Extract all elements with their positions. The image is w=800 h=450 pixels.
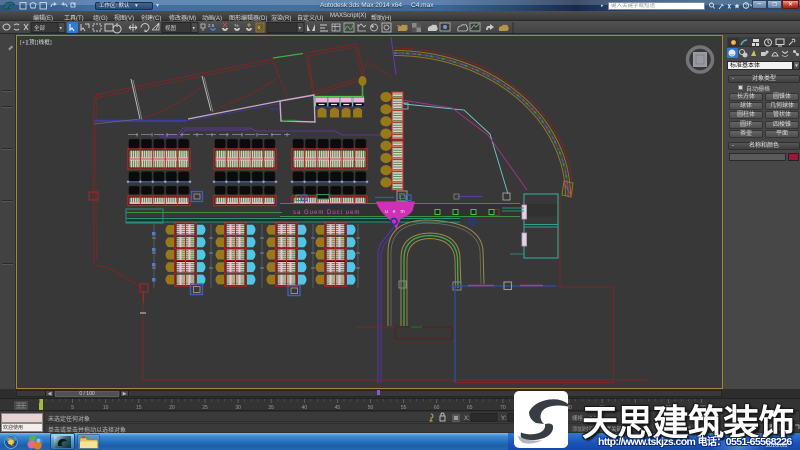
svg-text:2.5: 2.5 (208, 23, 215, 28)
svg-text:Y:: Y: (501, 416, 507, 422)
svg-text:%: % (235, 23, 239, 28)
svg-text:视图: 视图 (165, 24, 177, 32)
svg-text:?: ? (745, 4, 748, 10)
svg-text:X:: X: (464, 416, 470, 422)
svg-text:sa Guem Duci uem: sa Guem Duci uem (293, 210, 360, 216)
svg-text:全部: 全部 (34, 24, 46, 32)
svg-text:u e m: u e m (385, 209, 407, 215)
